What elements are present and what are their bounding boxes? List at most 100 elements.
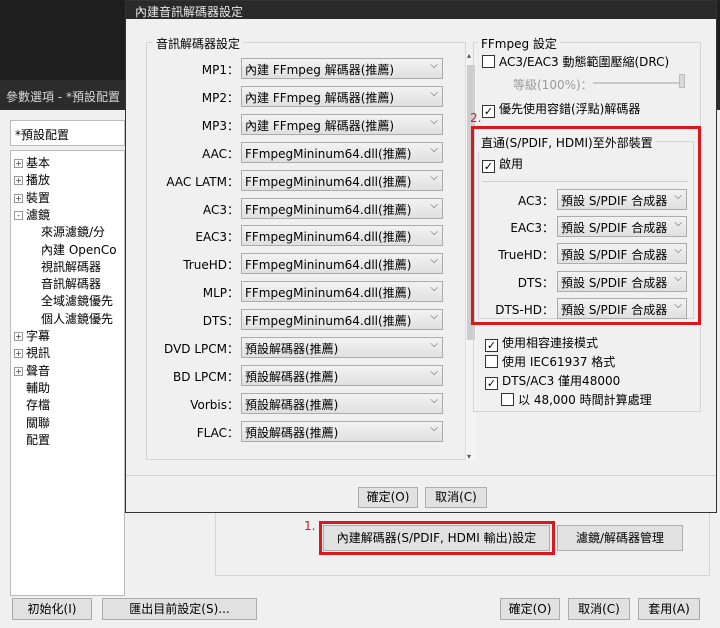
decoder-select[interactable]: 內建 FFmpeg 解碼器(推薦) ⌵ — [241, 58, 443, 79]
chevron-down-icon: ⌵ — [430, 283, 438, 295]
decoder-select[interactable]: FFmpegMininum64.dll(推薦) ⌵ — [241, 225, 443, 247]
check-icon[interactable]: ✓ — [485, 377, 498, 390]
iec-box[interactable] — [485, 355, 498, 368]
tree-item[interactable]: 音訊解碼器 — [41, 275, 101, 292]
decoder-label: MP3： — [201, 118, 239, 133]
decoder-select[interactable]: FFmpegMininum64.dll(推薦) ⌵ — [241, 141, 443, 163]
slider-thumb[interactable] — [679, 74, 685, 88]
tree-item[interactable]: + 聲音 — [14, 362, 50, 379]
tree-item[interactable]: + 基本 — [14, 154, 50, 171]
passthrough-label: DTS： — [517, 275, 554, 290]
tree-item[interactable]: 視訊解碼器 — [41, 258, 101, 275]
footer-divider — [126, 475, 716, 476]
tree-item[interactable]: 來源濾鏡/分 — [41, 223, 105, 240]
tree-item[interactable]: 存檔 — [14, 396, 50, 413]
chevron-down-icon: ⌵ — [430, 366, 438, 378]
scroll-down-icon[interactable]: ▾ — [467, 452, 471, 461]
expand-icon[interactable]: + — [14, 332, 23, 341]
decoder-label: AAC LATM： — [166, 174, 239, 189]
chevron-down-icon: ⌵ — [430, 199, 438, 211]
tree-item[interactable]: + 播放 — [14, 171, 50, 188]
prefs-cancel-button[interactable]: 取消(C) — [568, 598, 630, 620]
decoder-select[interactable]: 預設解碼器(推薦) ⌵ — [241, 392, 443, 414]
expand-icon[interactable]: + — [14, 159, 23, 168]
tree-item[interactable]: 關聯 — [14, 414, 50, 431]
init-button[interactable]: 初始化(I) — [12, 598, 92, 620]
drc-level-slider[interactable] — [593, 82, 685, 84]
passthrough-select[interactable]: 預設 S/PDIF 合成器 ⌵ — [557, 243, 687, 265]
decoder-select[interactable]: 內建 FFmpeg 解碼器(推薦) ⌵ — [241, 113, 443, 135]
calc-box[interactable] — [501, 393, 514, 406]
chevron-down-icon: ⌵ — [674, 245, 682, 257]
chevron-down-icon: ⌵ — [430, 339, 438, 350]
preset-selector[interactable]: *預設配置 — [10, 120, 125, 146]
filter-decoder-manager-button[interactable]: 濾鏡/解碼器管理 — [557, 525, 683, 551]
decoder-select[interactable]: 預設解碼器(推薦) ⌵ — [241, 364, 443, 386]
expand-icon[interactable]: + — [14, 176, 23, 186]
decoder-label: MP1： — [201, 63, 239, 77]
decoder-select[interactable]: FFmpegMininum64.dll(推薦) ⌵ — [241, 169, 443, 191]
drc-level-label: 等級(100%)： — [513, 78, 593, 92]
calc48000-checkbox[interactable]: 以 48,000 時間計算處理 — [501, 391, 652, 408]
compat-mode-checkbox[interactable]: ✓ 使用相容連接模式 — [485, 334, 598, 352]
tree-item[interactable]: - 濾鏡 — [14, 206, 50, 223]
check-icon[interactable]: ✓ — [485, 339, 498, 352]
decoder-select[interactable]: 預設解碼器(推薦) ⌵ — [241, 420, 443, 442]
passthrough-select[interactable]: 預設 S/PDIF 合成器 ⌵ — [557, 189, 687, 210]
passthrough-select[interactable]: 預設 S/PDIF 合成器 ⌵ — [557, 297, 687, 319]
passthrough-select[interactable]: 預設 S/PDIF 合成器 ⌵ — [557, 270, 687, 292]
prefs-ok-button[interactable]: 確定(O) — [500, 598, 560, 620]
chevron-down-icon: ⌵ — [430, 60, 438, 71]
chevron-down-icon: ⌵ — [430, 255, 438, 267]
dialog-ok-button[interactable]: 確定(O) — [358, 487, 418, 508]
drc-checkbox[interactable]: AC3/EAC3 動態範圍壓縮(DRC) — [482, 53, 669, 70]
iec61937-checkbox[interactable]: 使用 IEC61937 格式 — [485, 353, 615, 370]
check-icon[interactable]: ✓ — [482, 105, 495, 118]
export-settings-button[interactable]: 匯出目前設定(S)... — [102, 598, 257, 620]
float-decoder-checkbox[interactable]: ✓ 優先使用容錯(浮點)解碼器 — [482, 100, 640, 118]
decoder-label: MP2： — [201, 90, 239, 105]
dialog-cancel-button[interactable]: 取消(C) — [425, 487, 487, 508]
decoder-select[interactable]: FFmpegMininum64.dll(推薦) ⌵ — [241, 197, 443, 219]
decoder-select[interactable]: 內建 FFmpeg 解碼器(推薦) ⌵ — [241, 85, 443, 107]
expand-icon[interactable]: + — [14, 349, 23, 359]
decoder-select[interactable]: FFmpegMininum64.dll(推薦) ⌵ — [241, 309, 443, 331]
chevron-down-icon: ⌵ — [674, 218, 682, 230]
chevron-down-icon: ⌵ — [674, 272, 682, 284]
tree-item[interactable]: 輔助 — [14, 379, 50, 396]
annotation-2: 2. — [470, 111, 482, 125]
tree-item[interactable]: + 字幕 — [14, 327, 50, 344]
chevron-down-icon: ⌵ — [674, 191, 682, 202]
tree-item[interactable]: + 裝置 — [14, 189, 50, 206]
tree-item[interactable]: 全域濾鏡優先 — [41, 292, 113, 309]
drc-box[interactable] — [482, 55, 495, 68]
tree-item[interactable]: 配置 — [14, 431, 50, 448]
audio-decoder-dialog: 內建音訊解碼器設定 MP1： 內建 FFmpeg 解碼器(推薦) ⌵ MP2： 內建 F… — [125, 0, 717, 513]
chevron-down-icon: ⌵ — [430, 171, 438, 183]
decoder-label: MLP： — [202, 286, 239, 301]
decoder-select[interactable]: FFmpegMininum64.dll(推薦) ⌵ — [241, 281, 443, 303]
decoder-select[interactable]: FFmpegMininum64.dll(推薦) ⌵ — [241, 253, 443, 275]
dialog-title: 內建音訊解碼器設定 — [126, 1, 716, 19]
dts48000-checkbox[interactable]: ✓ DTS/AC3 僅用48000 — [485, 372, 620, 390]
scroll-up-icon[interactable]: ▴ — [467, 51, 471, 60]
decoder-label: FLAC： — [196, 425, 239, 440]
chevron-down-icon: ⌵ — [430, 422, 438, 434]
chevron-down-icon: ⌵ — [430, 311, 438, 323]
tree-item[interactable]: 內建 OpenCo — [41, 241, 117, 258]
chevron-down-icon: ⌵ — [430, 87, 438, 99]
tree-item[interactable]: 個人濾鏡優先 — [41, 310, 113, 327]
tree-item[interactable]: + 視訊 — [14, 344, 50, 361]
passthrough-select[interactable]: 預設 S/PDIF 合成器 ⌵ — [557, 216, 687, 238]
decoder-label: DVD LPCM： — [164, 342, 239, 356]
prefs-apply-button[interactable]: 套用(A) — [638, 598, 700, 620]
expand-icon[interactable]: + — [14, 366, 23, 376]
passthrough-label: DTS-HD： — [495, 302, 554, 317]
decoder-select[interactable]: 預設解碼器(推薦) ⌵ — [241, 337, 443, 358]
decoder-label: DTS： — [202, 314, 239, 329]
settings-tree[interactable]: + 基本 + 播放 + 裝置 - 濾鏡 來源濾鏡/分 內建 OpenCo 視訊解碼器 音訊解碼器 全域濾… — [10, 150, 125, 596]
ffmpeg-group-label: FFmpeg 設定 — [478, 35, 560, 52]
chevron-down-icon: ⌵ — [674, 299, 682, 311]
expand-icon[interactable]: - — [14, 210, 23, 220]
expand-icon[interactable]: + — [14, 193, 23, 203]
